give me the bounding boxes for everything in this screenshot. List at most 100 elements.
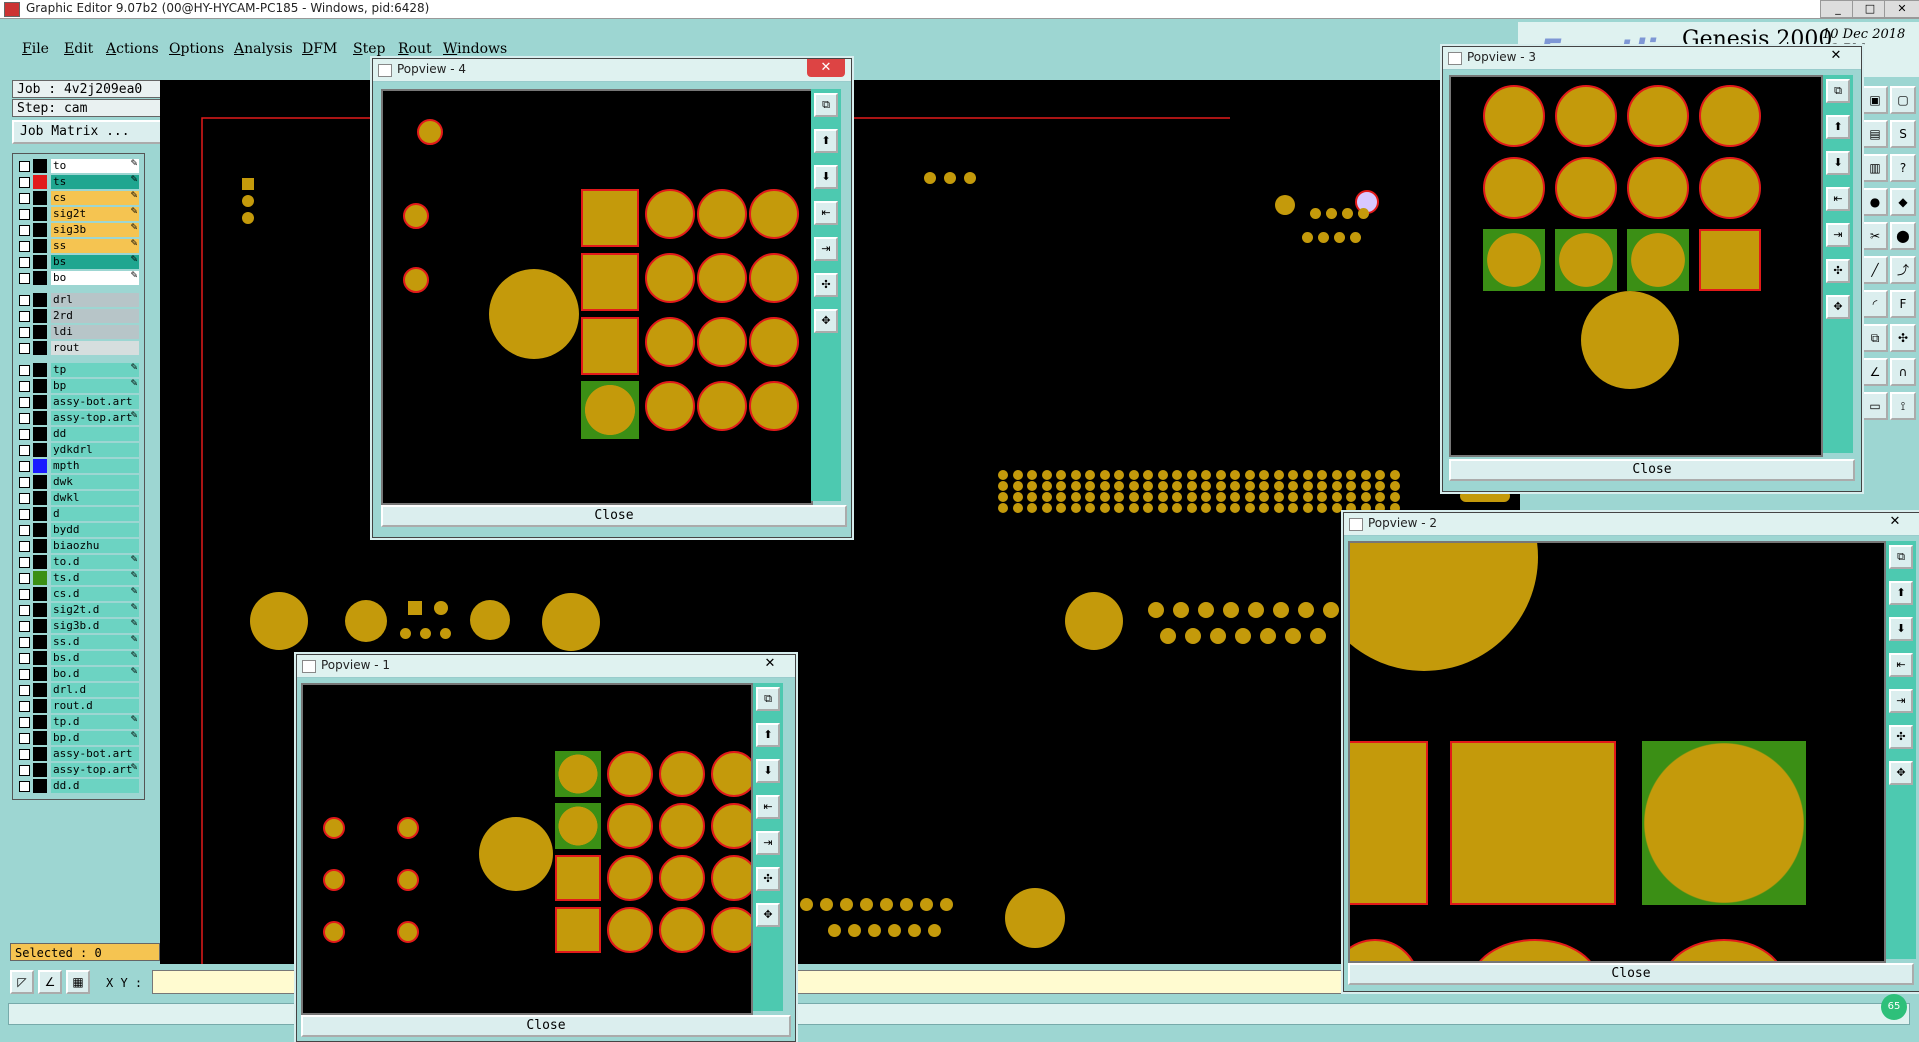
menu-actions[interactable]: Actions — [106, 41, 159, 57]
layer-checkbox[interactable] — [19, 701, 30, 712]
layer-color-swatch[interactable] — [33, 379, 47, 393]
layer-name[interactable]: ldi — [51, 325, 139, 339]
zoom-out-icon[interactable]: ✥ — [1826, 295, 1850, 319]
view-up-icon[interactable]: ⬆ — [814, 129, 838, 153]
job-matrix-button[interactable]: Job Matrix ... — [12, 120, 167, 144]
menu-edit[interactable]: Edit — [64, 41, 93, 57]
layer-color-swatch[interactable] — [33, 507, 47, 521]
zoom-out-icon[interactable]: ✥ — [814, 309, 838, 333]
tool-copy-icon[interactable]: ⧉ — [1862, 324, 1888, 352]
close-window-button[interactable]: ✕ — [1884, 0, 1919, 18]
layer-checkbox[interactable] — [19, 653, 30, 664]
layer-name[interactable]: sig2t.d — [51, 603, 139, 617]
layer-color-swatch[interactable] — [33, 239, 47, 253]
layer-name[interactable]: bs — [51, 255, 139, 269]
popview-3-view[interactable] — [1449, 75, 1823, 457]
zoom-out-icon[interactable]: ✥ — [756, 903, 780, 927]
layer-color-swatch[interactable] — [33, 223, 47, 237]
layer-color-swatch[interactable] — [33, 747, 47, 761]
layer-checkbox[interactable] — [19, 327, 30, 338]
layer-name[interactable]: mpth — [51, 459, 139, 473]
layer-name[interactable]: assy-top.art — [51, 411, 139, 425]
tool-help-icon[interactable]: ? — [1890, 154, 1916, 182]
layer-name[interactable]: sig2t — [51, 207, 139, 221]
tool-snap-icon[interactable]: S — [1890, 120, 1916, 148]
popview-3-close-button[interactable]: Close — [1449, 459, 1855, 481]
layer-checkbox[interactable] — [19, 509, 30, 520]
layer-color-swatch[interactable] — [33, 539, 47, 553]
popview-1-close-x[interactable]: ✕ — [751, 655, 789, 673]
layer-name[interactable]: dd.d — [51, 779, 139, 793]
layer-checkbox[interactable] — [19, 765, 30, 776]
layer-row[interactable]: bydd — [13, 522, 144, 538]
layer-color-swatch[interactable] — [33, 175, 47, 189]
layer-checkbox[interactable] — [19, 685, 30, 696]
popview-2-close-x[interactable]: ✕ — [1876, 513, 1914, 531]
view-right-icon[interactable]: ⇥ — [1889, 689, 1913, 713]
layer-name[interactable]: bp — [51, 379, 139, 393]
layer-checkbox[interactable] — [19, 177, 30, 188]
layer-name[interactable]: 2rd — [51, 309, 139, 323]
layer-checkbox[interactable] — [19, 669, 30, 680]
layer-color-swatch[interactable] — [33, 699, 47, 713]
layer-checkbox[interactable] — [19, 257, 30, 268]
tool-rect-icon[interactable]: ▭ — [1862, 392, 1888, 420]
layer-checkbox[interactable] — [19, 781, 30, 792]
layer-row[interactable]: drl — [13, 292, 144, 308]
layer-row[interactable]: mpth — [13, 458, 144, 474]
layer-row[interactable]: d — [13, 506, 144, 522]
layer-color-swatch[interactable] — [33, 411, 47, 425]
layer-row[interactable]: ydkdrl — [13, 442, 144, 458]
layer-name[interactable]: rout — [51, 341, 139, 355]
popview-3-close-x[interactable]: ✕ — [1817, 47, 1855, 65]
layer-checkbox[interactable] — [19, 365, 30, 376]
layer-color-swatch[interactable] — [33, 587, 47, 601]
layer-name[interactable]: ts — [51, 175, 139, 189]
layer-row[interactable]: to ✎ — [13, 158, 144, 174]
zoom-in-icon[interactable]: ✣ — [1889, 725, 1913, 749]
view-up-icon[interactable]: ⬆ — [1889, 581, 1913, 605]
layer-name[interactable]: bo.d — [51, 667, 139, 681]
layer-checkbox[interactable] — [19, 413, 30, 424]
tool-trace-icon[interactable]: ⟟ — [1890, 392, 1916, 420]
tool-curve-icon[interactable]: ∩ — [1890, 358, 1916, 386]
layer-row[interactable]: bp.d ✎ — [13, 730, 144, 746]
layer-checkbox[interactable] — [19, 605, 30, 616]
layer-checkbox[interactable] — [19, 209, 30, 220]
layer-color-swatch[interactable] — [33, 191, 47, 205]
layer-checkbox[interactable] — [19, 637, 30, 648]
layer-row[interactable]: bo ✎ — [13, 270, 144, 286]
layer-checkbox[interactable] — [19, 445, 30, 456]
layer-color-swatch[interactable] — [33, 763, 47, 777]
layer-row[interactable]: assy-bot.art — [13, 394, 144, 410]
view-fit-icon[interactable]: ⧉ — [814, 93, 838, 117]
layer-checkbox[interactable] — [19, 461, 30, 472]
layer-row[interactable]: ss ✎ — [13, 238, 144, 254]
view-right-icon[interactable]: ⇥ — [1826, 223, 1850, 247]
popview-1-view[interactable] — [301, 683, 753, 1015]
tool-cut-icon[interactable]: ✂ — [1862, 222, 1888, 250]
layer-name[interactable]: tp — [51, 363, 139, 377]
layer-color-swatch[interactable] — [33, 667, 47, 681]
layer-name[interactable]: ss.d — [51, 635, 139, 649]
grid-icon[interactable]: ▦ — [66, 970, 90, 994]
layer-color-swatch[interactable] — [33, 555, 47, 569]
layer-color-swatch[interactable] — [33, 523, 47, 537]
layer-row[interactable]: ts ✎ — [13, 174, 144, 190]
layer-color-swatch[interactable] — [33, 491, 47, 505]
zoom-out-icon[interactable]: ✥ — [1889, 761, 1913, 785]
layer-name[interactable]: sig3b — [51, 223, 139, 237]
view-fit-icon[interactable]: ⧉ — [1889, 545, 1913, 569]
layer-color-swatch[interactable] — [33, 571, 47, 585]
layer-name[interactable]: dwkl — [51, 491, 139, 505]
layer-name[interactable]: assy-top.art — [51, 763, 139, 777]
tool-pattern-icon[interactable]: ✣ — [1890, 324, 1916, 352]
layer-row[interactable]: rout.d — [13, 698, 144, 714]
view-fit-icon[interactable]: ⧉ — [756, 687, 780, 711]
menu-dfm[interactable]: DFM — [302, 41, 337, 57]
layer-row[interactable]: assy-bot.art — [13, 746, 144, 762]
layer-checkbox[interactable] — [19, 397, 30, 408]
layer-row[interactable]: tp ✎ — [13, 362, 144, 378]
layer-row[interactable]: biaozhu — [13, 538, 144, 554]
tool-measure-icon[interactable]: ▥ — [1862, 154, 1888, 182]
